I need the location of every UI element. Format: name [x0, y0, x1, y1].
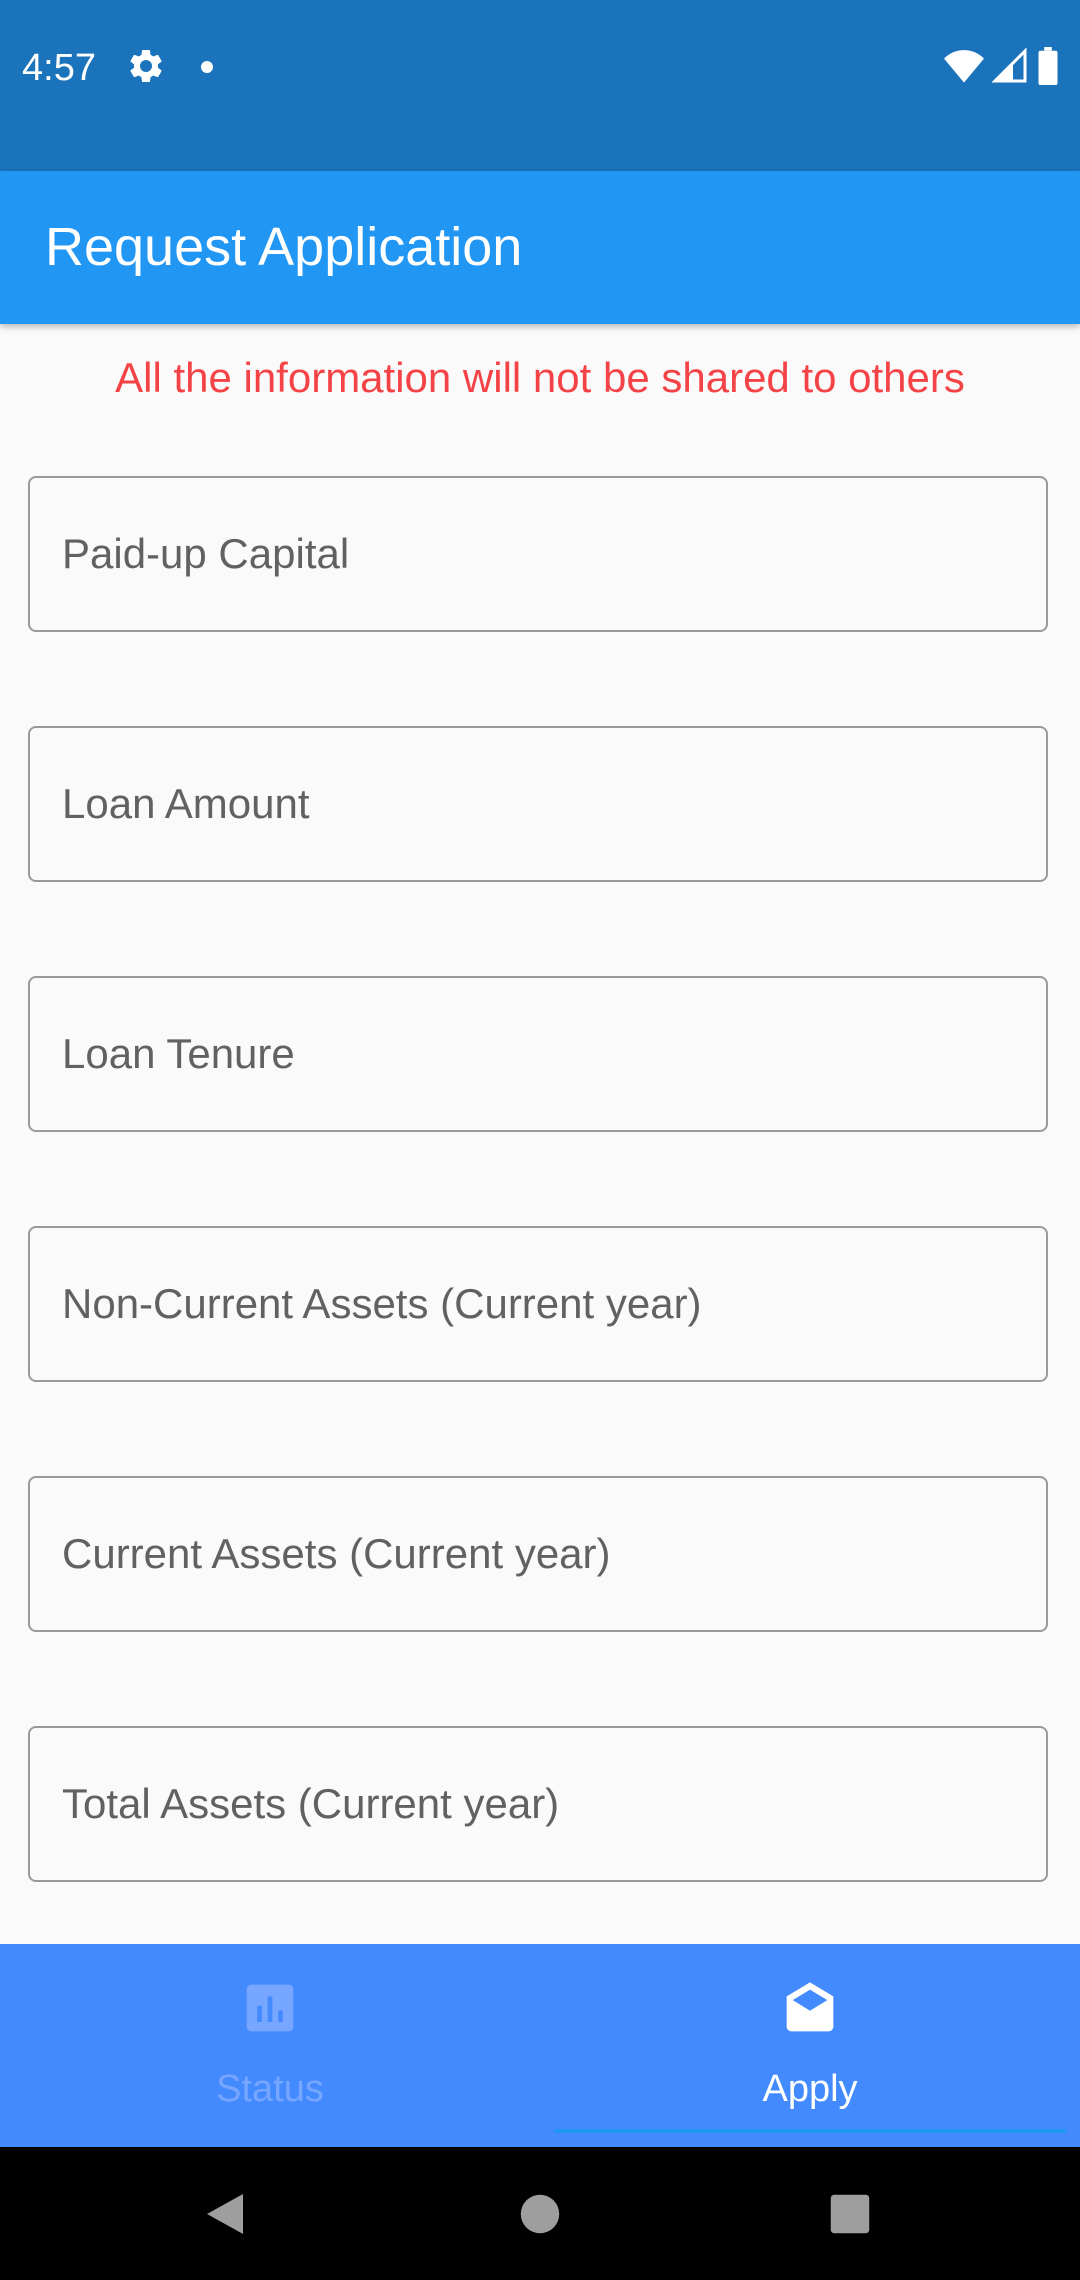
nav-label-status: Status — [216, 2068, 324, 2110]
app-bar: Request Application — [0, 171, 1080, 324]
gear-icon — [130, 49, 162, 82]
bar-chart-icon — [246, 1984, 294, 2032]
nav-item-status[interactable]: Status — [0, 1944, 540, 2147]
current-assets-field[interactable] — [28, 1476, 1048, 1632]
loan-tenure-field[interactable] — [28, 976, 1048, 1132]
nav-selected-indicator — [554, 2129, 1066, 2133]
total-assets-field[interactable] — [28, 1726, 1048, 1882]
loan-tenure-input[interactable] — [30, 978, 1046, 1130]
signal-icon — [992, 48, 1027, 83]
recents-button[interactable] — [790, 2147, 910, 2280]
loan-amount-input[interactable] — [30, 728, 1046, 880]
battery-icon — [1038, 47, 1058, 85]
total-assets-input[interactable] — [30, 1728, 1046, 1880]
notification-dot-icon — [201, 61, 213, 73]
paid-up-capital-input[interactable] — [30, 478, 1046, 630]
current-assets-input[interactable] — [30, 1478, 1046, 1630]
bottom-navigation: Status Apply — [0, 1944, 1080, 2147]
nav-label-apply: Apply — [762, 2068, 858, 2110]
loan-amount-field[interactable] — [28, 726, 1048, 882]
system-navigation-bar — [0, 2147, 1080, 2280]
status-bar: 4:57 — [0, 0, 1080, 171]
home-icon — [520, 2194, 560, 2233]
privacy-notice: All the information will not be shared t… — [115, 354, 965, 401]
non-current-assets-field[interactable] — [28, 1226, 1048, 1382]
status-icons — [944, 46, 1060, 86]
non-current-assets-input[interactable] — [30, 1228, 1046, 1380]
recents-icon — [830, 2194, 870, 2233]
page-title: Request Application — [45, 217, 523, 277]
paid-up-capital-field[interactable] — [28, 476, 1048, 632]
back-button[interactable] — [165, 2147, 285, 2280]
back-icon — [207, 2193, 243, 2234]
status-time: 4:57 — [22, 47, 96, 89]
nav-item-apply[interactable]: Apply — [540, 1944, 1080, 2147]
home-button[interactable] — [480, 2147, 600, 2280]
open-mail-icon — [786, 1982, 834, 2032]
wifi-icon — [944, 50, 984, 83]
